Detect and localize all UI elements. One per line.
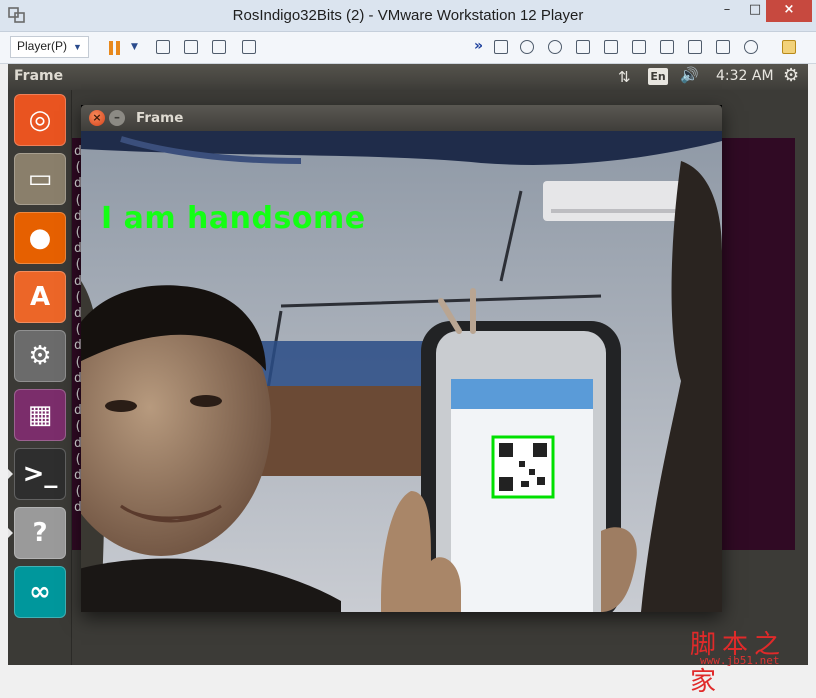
pause-icon[interactable]	[108, 41, 122, 55]
active-window-title: Frame	[14, 68, 64, 84]
fullscreen-icon[interactable]	[212, 40, 226, 54]
files-icon[interactable]: ▭	[14, 153, 66, 205]
cd-dvd-icon[interactable]	[520, 40, 534, 54]
chevron-down-icon[interactable]: ▼	[131, 42, 138, 52]
terminal-icon[interactable]: >_	[14, 448, 66, 500]
cd-dvd-2-icon[interactable]	[548, 40, 562, 54]
close-icon[interactable]: ×	[89, 110, 105, 126]
chevron-down-icon: ▼	[73, 42, 82, 52]
player-menu-button[interactable]: Player(P) ▼	[10, 36, 89, 58]
close-button[interactable]: ×	[766, 0, 812, 22]
session-menu-icon[interactable]: ⚙	[783, 65, 799, 86]
window-titlebar: RosIndigo32Bits (2) - VMware Workstation…	[0, 0, 816, 32]
system-settings-glyph: ⚙	[28, 341, 52, 371]
terminal-glyph: >_	[22, 459, 58, 489]
frame-window-title: Frame	[136, 110, 184, 126]
firefox-icon[interactable]: ●	[14, 212, 66, 264]
display-icon[interactable]	[688, 40, 702, 54]
volume-icon[interactable]: 🔊	[680, 66, 699, 84]
frame-window[interactable]: × – Frame I am handsome	[81, 105, 722, 612]
overflow-chevron-icon[interactable]: »	[474, 38, 483, 54]
ubuntu-top-panel: Frame ⇅ En 🔊 4:32 AM ⚙	[8, 64, 808, 90]
network-icon[interactable]: ⇅	[618, 68, 631, 86]
frame-titlebar: × – Frame	[81, 105, 722, 131]
help-glyph: ?	[32, 518, 48, 548]
minimize-button[interactable]: –	[712, 0, 742, 22]
arduino-icon[interactable]: ∞	[14, 566, 66, 618]
send-ctrl-alt-del-icon[interactable]	[156, 40, 170, 54]
vmware-toolbar: Player(P) ▼ ▼ »	[0, 32, 816, 64]
software-center-icon[interactable]: A	[14, 271, 66, 323]
sound-card-icon[interactable]	[660, 40, 674, 54]
running-indicator	[8, 469, 13, 479]
workspace-switcher-glyph: ▦	[27, 400, 53, 430]
guest-desktop[interactable]: Frame ⇅ En 🔊 4:32 AM ⚙ ◎ ▭ ● A ⚙ ▦ >_? ∞ d(d(d(…	[8, 64, 808, 665]
air-conditioner	[543, 181, 693, 221]
unity-launcher: ◎ ▭ ● A ⚙ ▦ >_? ∞	[8, 90, 72, 665]
software-center-glyph: A	[29, 282, 51, 312]
arduino-glyph: ∞	[29, 577, 51, 607]
camera-device-icon[interactable]	[716, 40, 730, 54]
files-glyph: ▭	[27, 164, 53, 194]
unity-mode-icon[interactable]	[242, 40, 256, 54]
message-log-icon[interactable]	[782, 40, 796, 54]
firefox-glyph: ●	[28, 223, 52, 253]
running-indicator	[8, 528, 13, 538]
dash-icon[interactable]: ◎	[14, 94, 66, 146]
hard-disk-icon[interactable]	[494, 40, 508, 54]
usb-controller-icon[interactable]	[604, 40, 618, 54]
removable-devices-icon[interactable]	[184, 40, 198, 54]
network-adapter-icon[interactable]	[576, 40, 590, 54]
camera-feed-image: I am handsome	[81, 131, 722, 612]
help-icon[interactable]: ?	[14, 507, 66, 559]
keyboard-layout-indicator[interactable]: En	[648, 68, 668, 85]
overlay-caption: I am handsome	[101, 201, 366, 236]
window-title: RosIndigo32Bits (2) - VMware Workstation…	[232, 7, 584, 24]
minimize-icon[interactable]: –	[109, 110, 125, 126]
dash-glyph: ◎	[28, 105, 52, 135]
workspace-switcher-icon[interactable]: ▦	[14, 389, 66, 441]
printer-icon[interactable]	[632, 40, 646, 54]
webcam-icon[interactable]	[744, 40, 758, 54]
site-watermark-url: www.jb51.net	[700, 654, 780, 667]
system-settings-icon[interactable]: ⚙	[14, 330, 66, 382]
player-menu-label: Player(P)	[17, 39, 68, 53]
clock[interactable]: 4:32 AM	[716, 68, 774, 84]
